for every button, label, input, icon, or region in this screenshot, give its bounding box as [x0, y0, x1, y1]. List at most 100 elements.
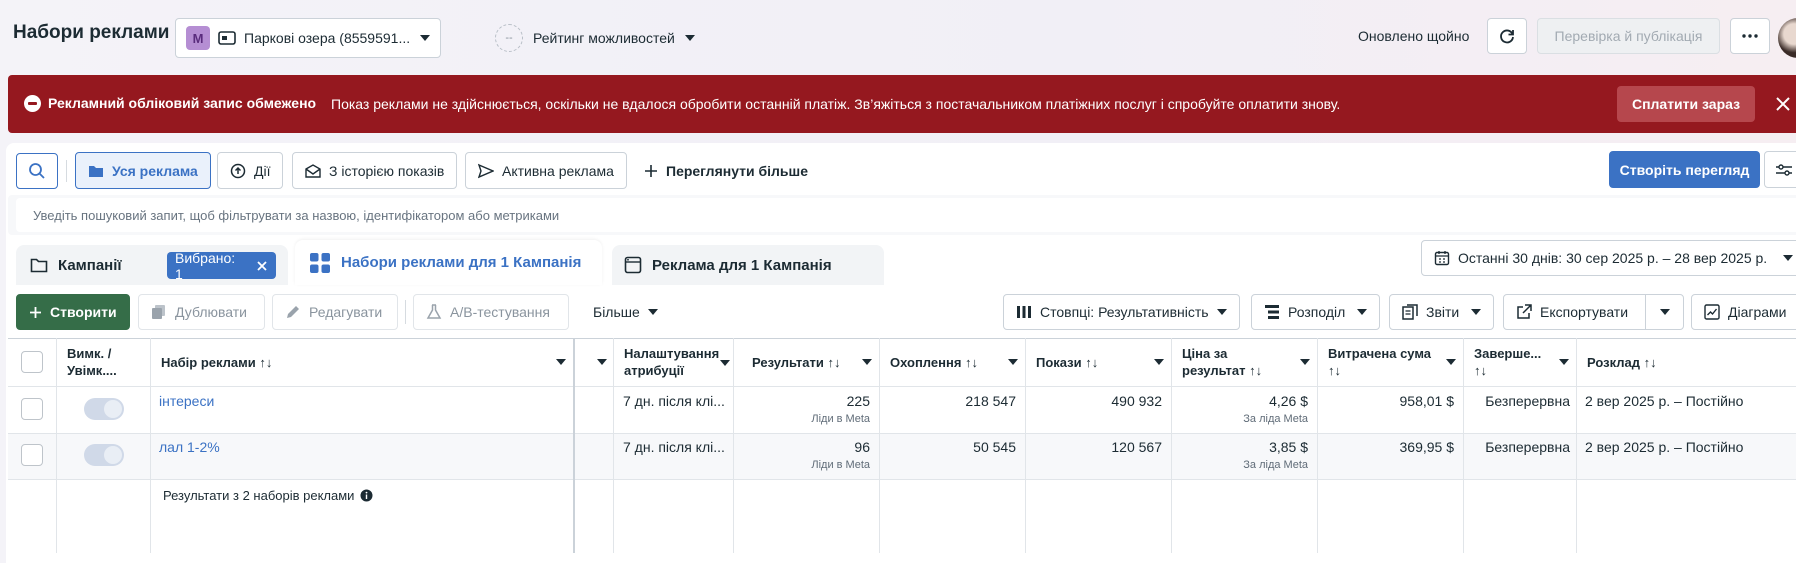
table-divider [8, 433, 1796, 434]
opportunity-score[interactable]: -- Рейтинг можливостей [495, 24, 695, 52]
review-publish-button[interactable]: Перевірка й публікація [1537, 18, 1720, 54]
ad-set-toggle[interactable] [84, 398, 124, 420]
column-header-toggle[interactable]: Вимк. / Увімк.... [67, 338, 147, 386]
attribution-cell: 7 дн. після клі... [623, 439, 725, 455]
column-header-hidden[interactable] [597, 338, 609, 386]
search-input[interactable] [16, 198, 1796, 232]
create-button[interactable]: Створити [16, 294, 130, 330]
ad-set-name-link[interactable]: інтереси [159, 393, 214, 409]
row-checkbox[interactable] [21, 444, 43, 466]
page-title: Набори реклами [13, 22, 170, 43]
column-header-impressions[interactable]: Покази ↑↓ [1036, 338, 1164, 386]
account-avatar: M [186, 26, 210, 50]
chevron-down-icon [1154, 359, 1164, 365]
column-header-ad-set[interactable]: Набір реклами ↑↓ [161, 338, 566, 386]
column-divider [1171, 338, 1172, 553]
ab-test-label: A/B-тестування [450, 304, 550, 320]
column-divider [56, 338, 57, 553]
more-options-button[interactable] [1730, 18, 1770, 54]
see-more-filters-button[interactable]: Переглянути більше [632, 152, 820, 189]
column-divider [879, 338, 880, 553]
charts-button[interactable]: Діаграми [1691, 294, 1796, 330]
upload-circle-icon [230, 163, 246, 179]
plus-icon [644, 164, 658, 178]
results-type-cell: Ліди в Meta [811, 459, 870, 471]
ab-test-button[interactable]: A/B-тестування [413, 294, 569, 330]
duplicate-button[interactable]: Дублювати [138, 294, 265, 330]
select-all-checkbox[interactable] [21, 351, 43, 373]
ad-set-name-link[interactable]: лал 1-2% [159, 439, 220, 455]
ad-set-toggle[interactable] [84, 444, 124, 466]
refresh-button[interactable] [1487, 18, 1527, 54]
reports-label: Звіти [1426, 304, 1460, 320]
attribution-cell: 7 дн. після клі... [623, 393, 725, 409]
info-icon[interactable] [360, 489, 373, 502]
column-divider [613, 338, 614, 553]
edit-button[interactable]: Редагувати [272, 294, 398, 330]
breakdown-button[interactable]: Розподіл [1251, 294, 1380, 330]
chevron-down-icon [1357, 309, 1367, 315]
sort-icon: ↑↓ [1328, 363, 1341, 378]
column-header-ends[interactable]: Заверше... ↑↓ [1474, 338, 1569, 386]
search-button[interactable] [16, 153, 58, 189]
row-checkbox[interactable] [21, 398, 43, 420]
results-cell: 96 [854, 439, 870, 455]
column-header-schedule[interactable]: Розклад ↑↓ [1587, 338, 1787, 386]
external-link-icon [1516, 304, 1532, 320]
account-name: Паркові озера (8559591... [244, 30, 411, 46]
user-avatar[interactable] [1778, 18, 1796, 58]
see-more-label: Переглянути більше [666, 162, 808, 179]
column-header-attribution[interactable]: Налаштування атрибуції [624, 338, 730, 386]
breakdown-label: Розподіл [1288, 304, 1346, 320]
calendar-icon [1434, 250, 1450, 266]
flask-icon [426, 304, 442, 320]
sliders-icon [1775, 163, 1793, 177]
reach-cell: 50 545 [973, 439, 1016, 455]
tab-ads[interactable]: Реклама для 1 Кампанія [612, 245, 884, 285]
column-header-results[interactable]: Результати ↑↓ [752, 338, 872, 386]
column-header-label: Результати [752, 354, 824, 370]
column-divider [1576, 338, 1577, 553]
filter-chip-label: Активна реклама [502, 162, 614, 179]
breakdown-icon [1264, 304, 1280, 320]
pay-now-button[interactable]: Сплатити зараз [1617, 86, 1755, 122]
divider [66, 160, 67, 182]
chevron-down-icon [1217, 309, 1227, 315]
column-header-cost-per-result[interactable]: Ціна за результат ↑↓ [1182, 338, 1310, 386]
tab-ad-sets[interactable]: Набори реклами для 1 Кампанія [295, 240, 602, 285]
sort-icon: ↑↓ [965, 354, 979, 370]
export-button[interactable]: Експортувати [1503, 294, 1646, 330]
filter-chip-actions[interactable]: Дії [217, 152, 284, 189]
more-actions-button[interactable]: Більше [581, 294, 670, 330]
account-selector[interactable]: M Паркові озера (8559591... [175, 18, 441, 58]
selected-count-label: Вибрано: 1 [175, 249, 236, 282]
line-chart-icon [1704, 304, 1720, 320]
reports-button[interactable]: Звіти [1389, 294, 1494, 330]
table-divider [8, 479, 1796, 480]
column-header-amount-spent[interactable]: Витрачена сума ↑↓ [1328, 338, 1456, 386]
banner-text: Показ реклами не здійснюється, оскільки … [331, 96, 1341, 112]
account-restricted-banner: Рекламний обліковий запис обмежено Показ… [8, 75, 1796, 133]
filter-settings-button[interactable] [1764, 151, 1796, 188]
date-range-picker[interactable]: Останні 30 днів: 30 сер 2025 р. – 28 вер… [1421, 240, 1796, 276]
columns-button[interactable]: Стовпці: Результативність [1003, 294, 1240, 330]
column-divider [1317, 338, 1318, 553]
envelope-icon [305, 163, 321, 178]
filter-chip-all-ads[interactable]: Уся реклама [75, 152, 211, 189]
chevron-down-icon [1559, 359, 1569, 365]
column-header-reach[interactable]: Охоплення ↑↓ [890, 338, 1018, 386]
updated-status: Оновлено щойно [1358, 28, 1470, 44]
divider [405, 300, 406, 324]
export-options-button[interactable] [1645, 294, 1684, 330]
sort-icon: ↑↓ [259, 354, 273, 370]
filter-chip-with-impressions[interactable]: З історією показів [292, 152, 458, 189]
column-header-label: Покази [1036, 354, 1082, 370]
chevron-down-icon [1446, 359, 1456, 365]
selected-count-chip[interactable]: Вибрано: 1 [167, 249, 276, 282]
results-cell: 225 [846, 393, 870, 409]
create-view-button[interactable]: Створіть перегляд [1609, 151, 1760, 188]
cost-per-result-type-cell: За ліда Meta [1243, 459, 1308, 471]
filter-chip-active-ads[interactable]: Активна реклама [465, 152, 627, 189]
close-icon[interactable] [256, 260, 268, 272]
close-icon[interactable] [1772, 93, 1794, 115]
